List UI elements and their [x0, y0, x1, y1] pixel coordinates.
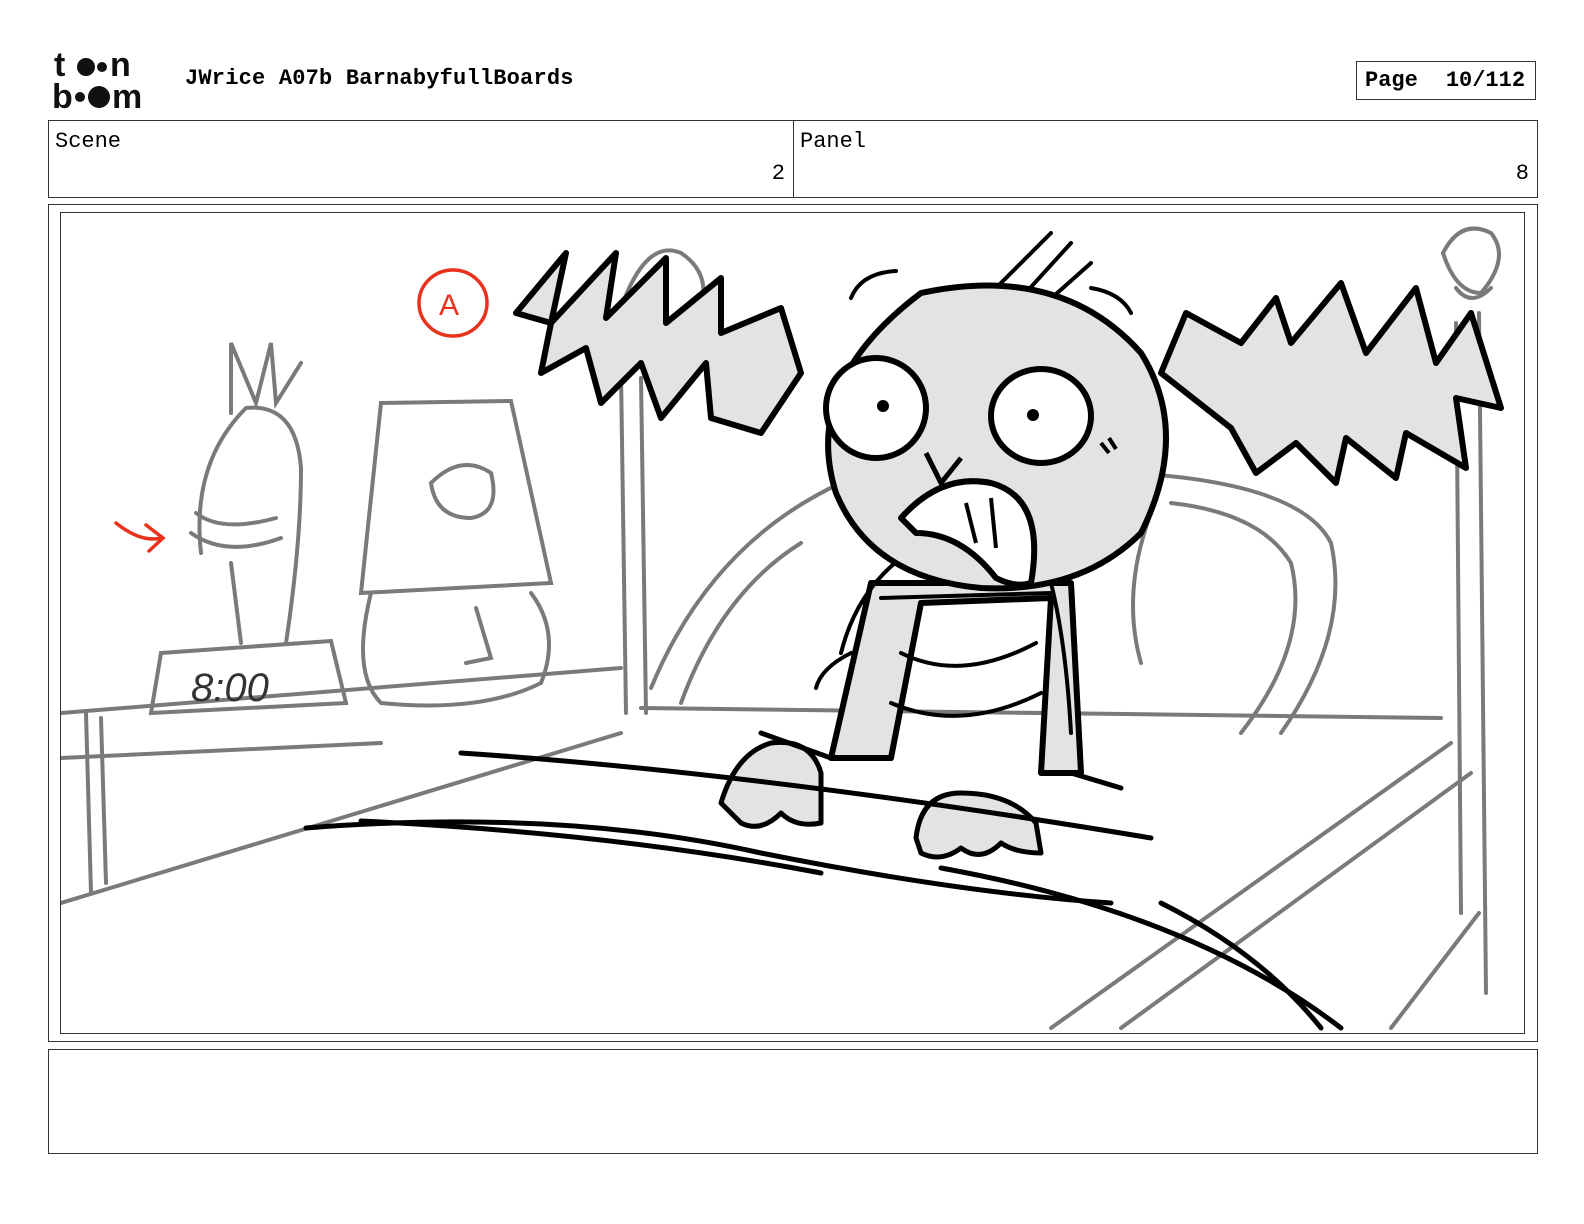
panel-cell: Panel 8	[794, 121, 1537, 197]
panel-number: 8	[1515, 161, 1529, 186]
scene-label: Scene	[55, 129, 122, 154]
scene-cell: Scene 2	[49, 121, 794, 197]
svg-text:b: b	[52, 78, 73, 112]
character-body	[828, 580, 1084, 776]
page-number: 10/112	[1445, 68, 1526, 93]
annotation-letter: A	[439, 289, 459, 322]
page-indicator: Page 10/112	[1356, 61, 1536, 100]
toon-boom-logo: t n b m	[50, 46, 164, 116]
storyboard-drawing: 8:00 A	[60, 212, 1525, 1034]
left-eye	[823, 355, 929, 461]
nightstand-sketch	[61, 342, 623, 905]
sketch-svg: 8:00 A	[61, 226, 1504, 1031]
clock-display: 8:00	[191, 666, 269, 710]
character-head	[823, 282, 1169, 592]
scene-number: 2	[771, 161, 785, 186]
panel-label: Panel	[800, 129, 867, 154]
svg-text:m: m	[112, 78, 142, 112]
notes-box	[48, 1049, 1538, 1154]
scene-panel-row: Scene 2 Panel 8	[48, 120, 1538, 198]
document-title: JWrice A07b BarnabyfullBoards	[185, 66, 574, 91]
right-eye	[988, 366, 1094, 466]
page-label: Page	[1365, 68, 1418, 93]
